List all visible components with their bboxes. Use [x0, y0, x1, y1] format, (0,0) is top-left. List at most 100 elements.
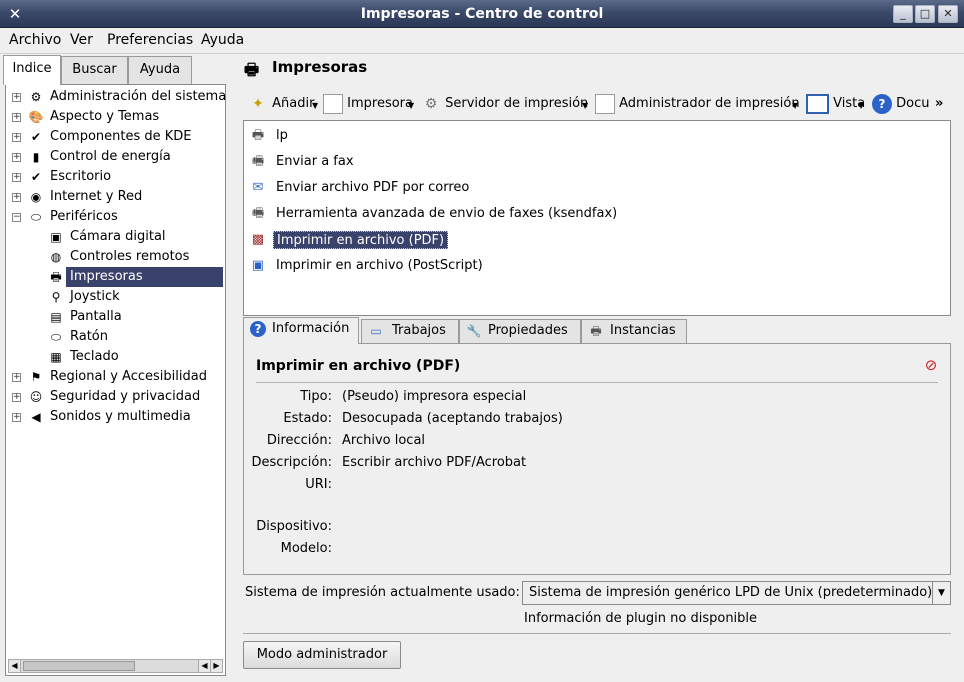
tab-buscar[interactable]: Buscar: [61, 56, 128, 84]
info-title: Imprimir en archivo (PDF): [256, 358, 461, 374]
info-field-key: Descripción:: [251, 455, 332, 470]
tree-item[interactable]: ▣ Cámara digital: [6, 227, 223, 247]
tree-item[interactable]: − ⬭ Periféricos: [6, 207, 223, 227]
close-button[interactable]: ✕: [938, 5, 958, 23]
info-field-value: Escribir archivo PDF/Acrobat: [342, 455, 527, 470]
tree-item-label: Escritorio: [50, 169, 112, 184]
tree-item[interactable]: + ☺ Seguridad y privacidad: [6, 387, 223, 407]
scroll-left-icon[interactable]: ◀: [198, 660, 210, 672]
tab-propiedades[interactable]: 🔧 Propiedades: [459, 319, 581, 343]
tree-item[interactable]: 🖶 Impresoras: [6, 267, 223, 287]
info-panel: Imprimir en archivo (PDF) ⊘ Tipo: (Pseudo…: [243, 343, 951, 575]
info-field: Descripción: Escribir archivo PDF/Acrobat: [244, 453, 944, 473]
menu-preferencias[interactable]: Preferencias: [107, 32, 193, 48]
speaker-icon: ◀: [31, 410, 41, 424]
printer-icon: 🖶: [50, 270, 62, 284]
tree-item[interactable]: + ⚙ Administración del sistema: [6, 87, 227, 107]
info-field-key: URI:: [305, 477, 332, 492]
monitor-icon: ▤: [50, 310, 62, 324]
menu-archivo[interactable]: Archivo: [9, 32, 61, 48]
palette-icon: 🎨: [28, 110, 44, 124]
expand-icon[interactable]: +: [12, 413, 21, 422]
tab-ayuda[interactable]: Ayuda: [128, 56, 192, 84]
tree-item-label: Teclado: [70, 349, 119, 364]
view-icon: [806, 93, 829, 114]
view-button[interactable]: Vista ▼: [806, 92, 865, 116]
tree-item[interactable]: + ◉ Internet y Red: [6, 187, 223, 207]
menu-ver[interactable]: Ver: [70, 32, 93, 48]
tree-item[interactable]: + ⚑ Regional y Accesibilidad: [6, 367, 223, 387]
battery-icon: ▮: [32, 150, 40, 164]
tab-informacion[interactable]: ? Información: [243, 317, 359, 344]
tree-item[interactable]: ⬭ Ratón: [6, 327, 223, 347]
camera-icon: ▣: [50, 230, 62, 244]
printer-icon: 🖶: [590, 324, 602, 338]
print-server-button[interactable]: ⚙ Servidor de impresión ▼: [421, 92, 589, 116]
info-field: Modelo:: [244, 539, 944, 559]
mouse-icon: ⬭: [50, 330, 62, 344]
print-manager-icon: [595, 93, 615, 114]
expand-icon[interactable]: +: [12, 373, 21, 382]
info-field-value: (Pseudo) impresora especial: [342, 389, 527, 404]
expand-icon[interactable]: +: [12, 193, 21, 202]
wand-icon: ✦: [252, 95, 264, 112]
tree-item[interactable]: ⚲ Joystick: [6, 287, 223, 307]
menu-ayuda[interactable]: Ayuda: [201, 32, 244, 48]
tree-item[interactable]: + ◀ Sonidos y multimedia: [6, 407, 223, 427]
scroll-left-icon[interactable]: ◀: [9, 660, 21, 672]
add-button[interactable]: ✦ Añadir ▼: [248, 92, 318, 116]
scroll-right-icon[interactable]: ▶: [210, 660, 222, 672]
mouse-icon: ⬭: [30, 210, 42, 224]
pdf-icon: ⊘: [924, 356, 938, 374]
tree-item-label: Control de energía: [50, 149, 171, 164]
horizontal-scrollbar[interactable]: ◀ ◀ ▶: [8, 659, 223, 673]
pdf-icon: ▩: [251, 232, 265, 247]
tab-instancias[interactable]: 🖶 Instancias: [581, 319, 687, 343]
expand-icon[interactable]: +: [12, 393, 21, 402]
title-bar: ✕ Impresoras - Centro de control _ □ ✕: [0, 0, 964, 28]
tree-item[interactable]: ▦ Teclado: [6, 347, 223, 367]
tree-item-label: Componentes de KDE: [50, 129, 192, 144]
tree-item-label: Ratón: [70, 329, 109, 344]
tree-item[interactable]: + ✔ Escritorio: [6, 167, 223, 187]
tree-item[interactable]: + ✔ Componentes de KDE: [6, 127, 223, 147]
expand-icon[interactable]: +: [12, 113, 21, 122]
tab-indice[interactable]: Indice: [3, 55, 61, 85]
expand-icon[interactable]: +: [12, 173, 21, 182]
plugin-info-text: Información de plugin no disponible: [524, 611, 758, 626]
tree-item[interactable]: + 🎨 Aspecto y Temas: [6, 107, 223, 127]
expand-icon[interactable]: +: [12, 133, 21, 142]
save-icon: ▣: [251, 258, 265, 273]
menu-bar: Archivo Ver Preferencias Ayuda: [0, 28, 964, 54]
tree-item[interactable]: ◍ Controles remotos: [6, 247, 223, 267]
tab-informacion-label: Información: [272, 321, 350, 336]
dropdown-arrow-icon: ▼: [408, 101, 415, 110]
remote-icon: ◍: [50, 250, 62, 264]
tree-item[interactable]: + ▮ Control de energía: [6, 147, 223, 167]
tab-instancias-label: Instancias: [610, 323, 676, 338]
tree-item[interactable]: ▤ Pantalla: [6, 307, 223, 327]
printer-name: Imprimir en archivo (PDF): [273, 231, 449, 249]
tab-trabajos[interactable]: ▭ Trabajos: [361, 319, 459, 343]
minimize-button[interactable]: _: [893, 5, 913, 23]
print-system-select[interactable]: Sistema de impresión genérico LPD de Uni…: [522, 581, 951, 605]
add-label: Añadir: [272, 96, 315, 111]
chevron-down-icon[interactable]: ▼: [932, 582, 950, 604]
folder-icon: ▭: [370, 324, 382, 338]
scrollbar-thumb[interactable]: [23, 661, 135, 671]
print-system-label: Sistema de impresión actualmente usado:: [245, 585, 520, 600]
joystick-icon: ⚲: [51, 290, 61, 304]
maximize-button[interactable]: □: [915, 5, 935, 23]
print-manager-button[interactable]: Administrador de impresión ▼: [595, 92, 800, 116]
toolbar-overflow-button[interactable]: »: [935, 92, 943, 116]
section-title: Impresoras: [272, 58, 368, 76]
docs-button[interactable]: ? Docu: [872, 92, 930, 116]
expand-icon[interactable]: +: [12, 93, 21, 102]
tab-propiedades-label: Propiedades: [488, 323, 568, 338]
printer-button[interactable]: Impresora ▼: [323, 92, 415, 116]
admin-mode-button[interactable]: Modo administrador: [243, 641, 401, 669]
tree-item-label: Administración del sistema: [50, 89, 227, 104]
print-manager-label: Administrador de impresión: [619, 96, 800, 111]
collapse-icon[interactable]: −: [12, 213, 21, 222]
expand-icon[interactable]: +: [12, 153, 21, 162]
